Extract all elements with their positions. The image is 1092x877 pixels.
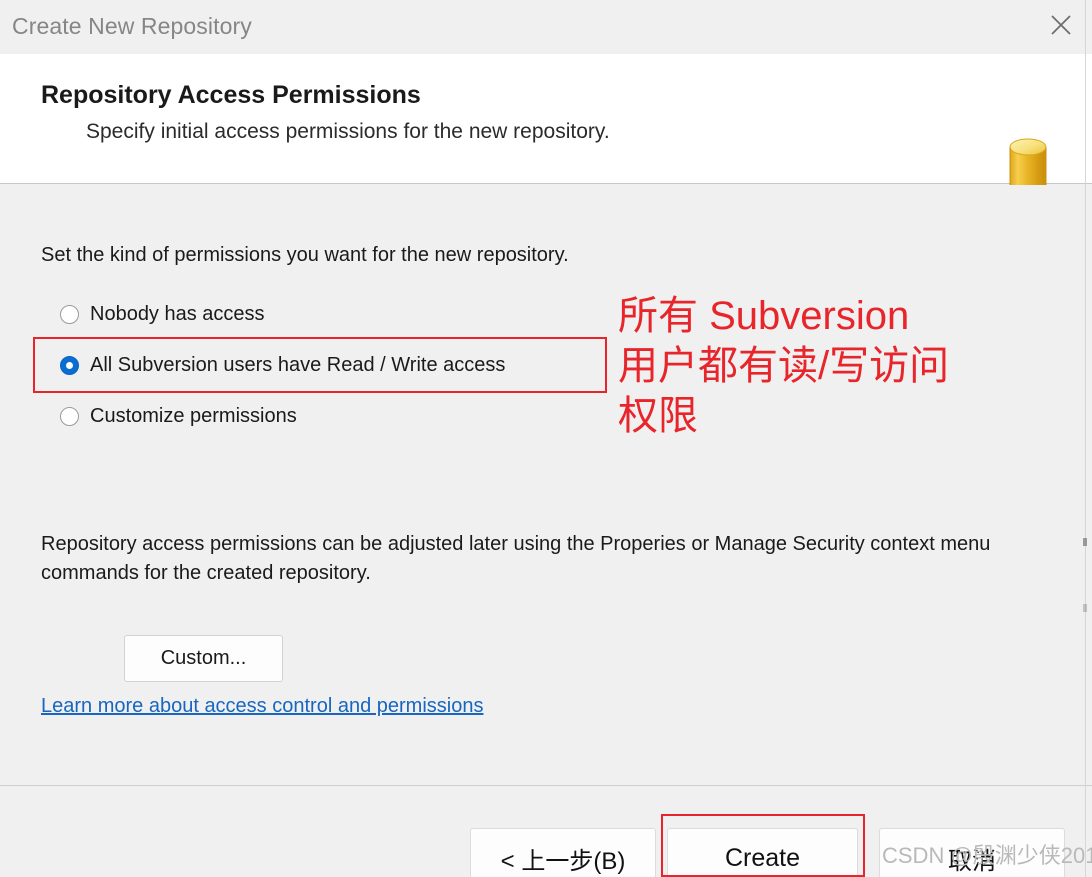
radio-label: All Subversion users have Read / Write a… <box>90 353 506 376</box>
dialog-header: Repository Access Permissions Specify in… <box>0 54 1092 196</box>
radio-option-all-subversion-users-read-write[interactable]: All Subversion users have Read / Write a… <box>60 350 505 380</box>
close-button[interactable] <box>1030 0 1092 50</box>
right-edge-artifact <box>1085 0 1086 877</box>
dialog-footer: < 上一步(B) Create 取消 <box>0 786 1092 877</box>
page-title: Repository Access Permissions <box>41 81 421 109</box>
close-icon <box>1048 12 1074 38</box>
learn-more-link[interactable]: Learn more about access control and perm… <box>41 695 483 718</box>
radio-indicator-selected <box>60 355 79 375</box>
description-text: Repository access permissions can be adj… <box>41 533 991 584</box>
window-title: Create New Repository <box>12 13 252 39</box>
radio-indicator <box>60 406 79 426</box>
radio-option-customize-permissions[interactable]: Customize permissions <box>60 401 297 431</box>
create-new-repository-dialog: Create New Repository Repository Access … <box>0 0 1092 877</box>
radio-option-nobody-has-access[interactable]: Nobody has access <box>60 299 265 329</box>
back-button[interactable]: < 上一步(B) <box>470 828 656 877</box>
right-edge-tick <box>1083 538 1087 546</box>
radio-label: Nobody has access <box>90 302 265 325</box>
intro-text: Set the kind of permissions you want for… <box>41 244 569 266</box>
radio-label: Customize permissions <box>90 404 297 427</box>
create-button[interactable]: Create <box>667 828 858 877</box>
page-subtitle: Specify initial access permissions for t… <box>86 120 610 143</box>
custom-button[interactable]: Custom... <box>124 635 283 682</box>
right-edge-tick <box>1083 604 1087 612</box>
title-bar: Create New Repository <box>0 0 1092 54</box>
cancel-button[interactable]: 取消 <box>879 828 1065 877</box>
radio-indicator <box>60 304 79 324</box>
dialog-body: Set the kind of permissions you want for… <box>0 185 1092 785</box>
